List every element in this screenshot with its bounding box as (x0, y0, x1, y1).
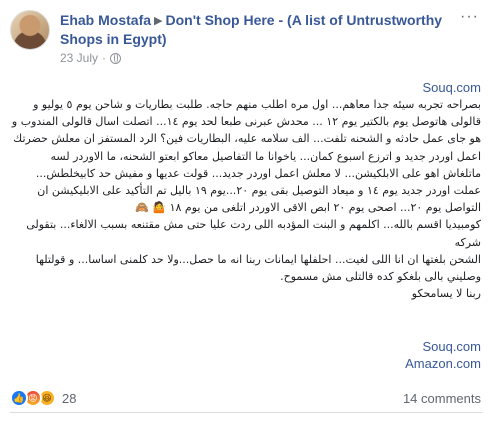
souq-link-top[interactable]: Souq.com (422, 80, 481, 95)
post-title-line: Ehab Mostafa ▶ Don't Shop Here - (A list o… (60, 11, 483, 48)
post-body-line: الشحن بلغتها ان انا اللى لغيت... احلفلها… (35, 252, 481, 266)
souq-link-bottom[interactable]: Souq.com (0, 339, 481, 354)
group-post: Ehab Mostafa ▶ Don't Shop Here - (A list o… (0, 0, 493, 423)
amazon-link[interactable]: Amazon.com (0, 356, 481, 371)
post-body: بصراحه تجربه سيئه جدا معاهم... اول مره ا… (10, 96, 481, 302)
post-date[interactable]: 23 July (60, 51, 98, 65)
post-body-line: هو جاى عمل حادثه و الشحنه تلفت... الف سل… (13, 132, 481, 146)
post-body-line: وصليني بالى بلغكو كده قالتلى مش مسموح. (280, 270, 481, 284)
post-body-line: كومبيديا اقسم بالله... اكلمهم و البنت ال… (26, 218, 481, 249)
post-body-line: بصراحه تجربه سيئه جدا معاهم... اول مره ا… (33, 98, 481, 111)
post-body-line: قالولى هاتوصل يوم بالكتير يوم ١٢ ... محد… (11, 115, 481, 129)
post-header: Ehab Mostafa ▶ Don't Shop Here - (A list o… (10, 8, 483, 68)
more-horizontal-icon[interactable]: ··· (460, 9, 479, 25)
post-body-line: ماتلغاش اهو على الابلكيشن... لا معلش اعم… (35, 166, 481, 180)
post-body-line: ربنا لا يسامحكو (411, 287, 481, 301)
post-body-line: التواصل يوم ٢٠... اصحى يوم ٢٠ ابص الاقى … (135, 201, 481, 215)
author-avatar[interactable] (10, 10, 50, 50)
author-name-link[interactable]: Ehab Mostafa (60, 12, 151, 28)
globe-icon (110, 52, 122, 64)
arrow-right-icon: ▶ (154, 15, 163, 27)
post-actions (10, 398, 483, 423)
post-body-line: عملت اوردر جديد يوم ١٤ و ميعاد التوصيل ب… (37, 184, 481, 198)
like-reaction-icon: 👍 (10, 389, 28, 407)
post-meta: 23 July · (60, 51, 122, 65)
post-body-line: اعمل اوردر جديد و اترزع اسبوع كمان... يا… (50, 149, 481, 163)
reaction-icons[interactable]: 👍 😡 😆 (10, 389, 56, 407)
